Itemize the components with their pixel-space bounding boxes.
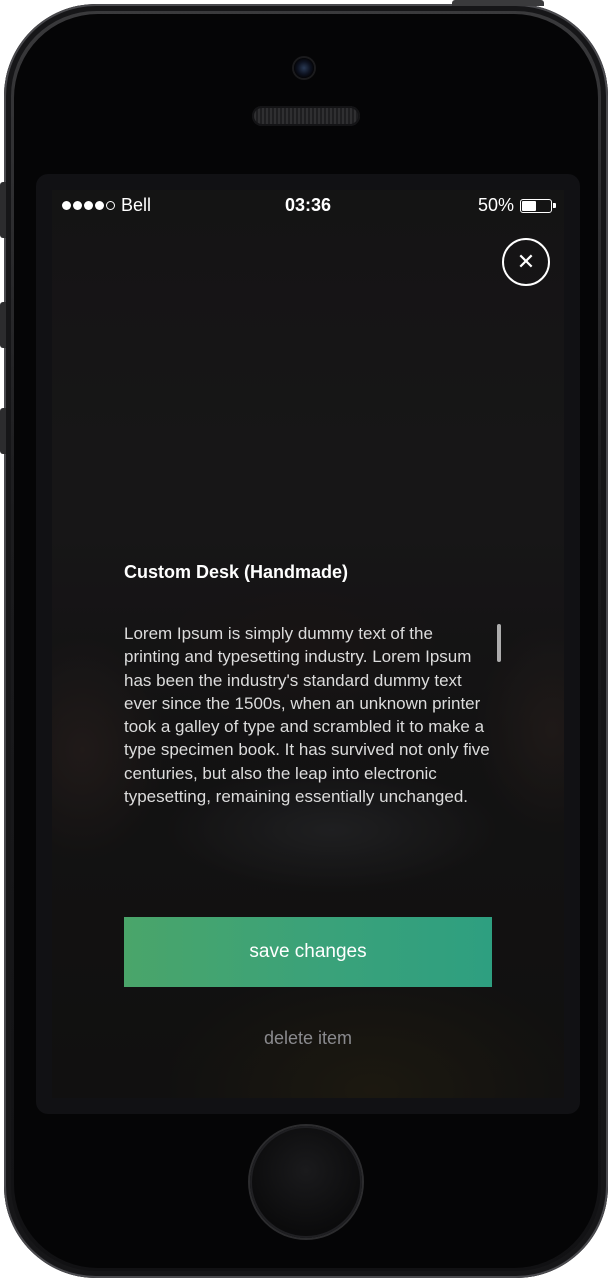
battery-fill: [522, 200, 536, 211]
front-camera: [294, 58, 314, 78]
delete-item-link[interactable]: delete item: [124, 1028, 492, 1049]
item-title: Custom Desk (Handmade): [124, 562, 349, 582]
battery-tip: [553, 202, 556, 208]
save-changes-button[interactable]: save changes: [124, 917, 492, 987]
item-description: Lorem Ipsum is simply dummy text of the …: [124, 624, 490, 807]
app-screen: Bell 03:36 50% ✕ Custom Desk (Handmade) …: [52, 190, 564, 1098]
battery-percent: 50%: [477, 195, 514, 215]
volume-down-button: [0, 408, 6, 454]
volume-up-button: [0, 302, 6, 348]
description-scrollbar[interactable]: [497, 624, 501, 662]
battery-icon: [520, 198, 556, 213]
home-button[interactable]: [250, 1126, 362, 1238]
status-bar: Bell 03:36 50%: [52, 190, 564, 222]
battery-info: 50%: [477, 195, 556, 216]
close-icon: ✕: [516, 249, 536, 274]
close-button[interactable]: ✕: [502, 238, 550, 286]
item-description-scroll[interactable]: Lorem Ipsum is simply dummy text of the …: [124, 622, 490, 854]
earpiece-speaker: [252, 106, 360, 126]
power-button: [452, 0, 544, 6]
mute-switch: [0, 182, 6, 238]
